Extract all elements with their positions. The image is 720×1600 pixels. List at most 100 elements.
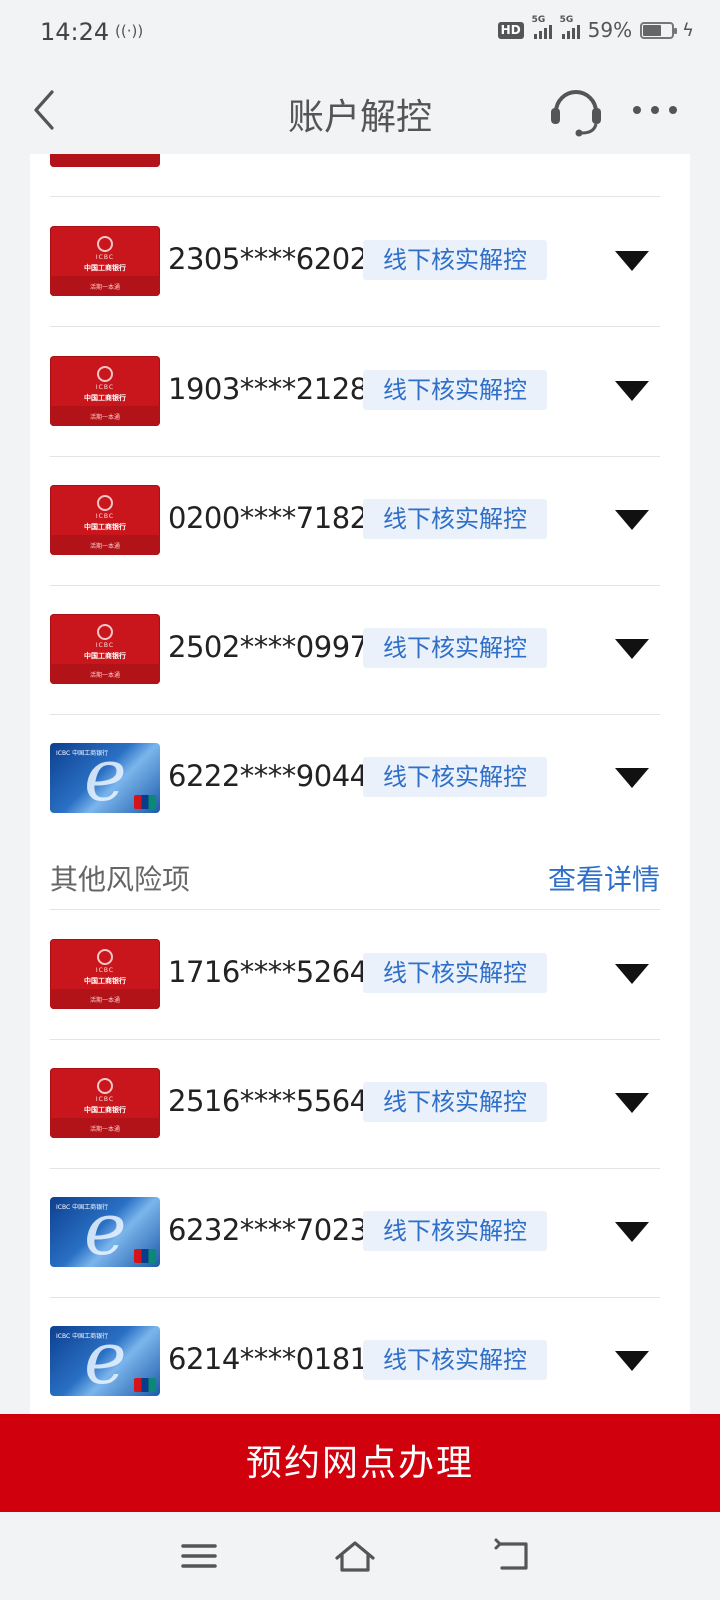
other-risks-header: 其他风险项 查看详情 (50, 844, 660, 910)
expand-arrow-icon[interactable] (615, 1222, 649, 1242)
expand-arrow-icon[interactable] (615, 381, 649, 401)
status-tag: 线下核实解控 (363, 1082, 547, 1122)
battery-percent: 59% (587, 18, 633, 42)
status-tag: 线下核实解控 (363, 953, 547, 993)
home-icon (335, 1541, 375, 1572)
system-nav-bar (0, 1512, 720, 1600)
icbc-logo-icon (97, 1078, 113, 1094)
account-row[interactable]: ICBC 中国工商银行 活期一本通 2305****6202 线下核实解控 (50, 197, 660, 327)
unionpay-icon (134, 1249, 156, 1263)
return-icon (494, 1538, 528, 1570)
card-bank-name: 中国工商银行 (84, 652, 126, 660)
account-row[interactable]: ICBC 中国工商银行 活期一本通 0200****7182 线下核实解控 (50, 456, 660, 586)
account-row[interactable]: e ICBC 中国工商银行 6214****0181 线下核实解控 (50, 1297, 660, 1414)
menu-icon (181, 1544, 217, 1568)
card-topline: ICBC 中国工商银行 (56, 750, 109, 757)
bank-card-image: ICBC 中国工商银行 活期一本通 (50, 485, 160, 555)
card-series: 活期一本通 (89, 672, 120, 679)
account-number: 2516****5564 (168, 1084, 368, 1118)
bank-card-image: ICBC 中国工商银行 活期一本通 (50, 226, 160, 296)
card-series: 活期一本通 (89, 997, 120, 1004)
status-indicators: HD 5G 5G 59% ϟ (497, 15, 694, 42)
view-details-link[interactable]: 查看详情 (548, 858, 660, 898)
status-tag: 线下核实解控 (363, 1211, 547, 1251)
icbc-logo-icon (97, 949, 113, 965)
signal-icon-2: 5G (560, 15, 580, 39)
card-brand: ICBC (95, 513, 115, 520)
account-number: 6222****9044 (168, 759, 368, 793)
card-bank-name: 中国工商银行 (84, 264, 126, 272)
card-brand: ICBC (95, 254, 115, 261)
status-tag: 线下核实解控 (363, 628, 547, 668)
status-tag: 线下核实解控 (363, 370, 547, 410)
battery-icon (640, 21, 678, 39)
book-branch-button[interactable]: 预约网点办理 (0, 1414, 720, 1512)
card-series: 活期一本通 (89, 284, 120, 291)
bank-card-image: e ICBC 中国工商银行 (50, 1326, 160, 1396)
account-number: 1716****5264 (168, 955, 368, 989)
card-bank-name: 中国工商银行 (84, 394, 126, 402)
headset-icon (551, 90, 601, 137)
expand-arrow-icon[interactable] (615, 768, 649, 788)
unionpay-icon (134, 795, 156, 809)
screen: 14:24 ((·)) HD 5G 5G 59% ϟ 账户解控 ICBC 中国工… (0, 0, 720, 1600)
expand-arrow-icon[interactable] (615, 639, 649, 659)
signal-label-2: 5G (559, 15, 574, 25)
card-topline: ICBC 中国工商银行 (56, 1333, 109, 1340)
account-row[interactable]: ICBC 中国工商银行 活期一本通 2516****5564 线下核实解控 (50, 1039, 660, 1169)
bank-card-image: e ICBC 中国工商银行 (50, 1197, 160, 1267)
card-brand: ICBC (95, 1096, 115, 1103)
status-bar: 14:24 ((·)) HD 5G 5G 59% ϟ (0, 0, 720, 66)
card-topline: ICBC 中国工商银行 (56, 1204, 109, 1211)
account-row[interactable]: ICBC 中国工商银行 活期一本通 1903****2128 线下核实解控 (50, 327, 660, 457)
customer-service-button[interactable] (548, 80, 604, 140)
home-button[interactable] (332, 1534, 378, 1578)
status-tag: 线下核实解控 (363, 1340, 547, 1380)
account-number: 1903****2128 (168, 372, 368, 406)
expand-arrow-icon[interactable] (615, 510, 649, 530)
account-number: 6214****0181 (168, 1342, 368, 1376)
card-series: 活期一本通 (89, 1126, 120, 1133)
card-brand: ICBC (95, 967, 115, 974)
card-brand: ICBC (95, 384, 115, 391)
expand-arrow-icon[interactable] (615, 1093, 649, 1113)
account-list: ICBC 中国工商银行 活期一本通 2305****6202 线下核实解控 IC… (30, 154, 690, 1414)
signal-icon: 5G (532, 15, 552, 39)
hd-icon: HD (497, 21, 524, 39)
account-number: 2502****0997 (168, 630, 368, 664)
more-button[interactable] (630, 88, 680, 132)
expand-arrow-icon[interactable] (615, 251, 649, 271)
bank-card-image (50, 154, 160, 167)
card-bank-name: 中国工商银行 (84, 1106, 126, 1114)
status-tag: 线下核实解控 (363, 757, 547, 797)
nfc-icon: ((·)) (115, 22, 144, 40)
menu-button[interactable] (177, 1534, 223, 1578)
icbc-logo-icon (97, 624, 113, 640)
icbc-logo-icon (97, 366, 113, 382)
account-number: 6232****7023 (168, 1213, 368, 1247)
account-row[interactable]: e ICBC 中国工商银行 6222****9044 线下核实解控 (50, 714, 660, 844)
bank-card-image: ICBC 中国工商银行 活期一本通 (50, 614, 160, 684)
card-brand: ICBC (95, 642, 115, 649)
expand-arrow-icon[interactable] (615, 1351, 649, 1371)
account-row-partial[interactable] (50, 154, 660, 197)
account-row[interactable]: e ICBC 中国工商银行 6232****7023 线下核实解控 (50, 1168, 660, 1298)
nav-bar: 账户解控 (0, 66, 720, 154)
status-tag: 线下核实解控 (363, 240, 547, 280)
page-title: 账户解控 (287, 97, 432, 138)
card-series: 活期一本通 (89, 414, 120, 421)
status-time: 14:24 (40, 18, 110, 46)
account-row[interactable]: ICBC 中国工商银行 活期一本通 1716****5264 线下核实解控 (50, 910, 660, 1040)
icbc-logo-icon (97, 495, 113, 511)
bank-card-image: ICBC 中国工商银行 活期一本通 (50, 1068, 160, 1138)
bank-card-image: e ICBC 中国工商银行 (50, 743, 160, 813)
account-row[interactable]: ICBC 中国工商银行 活期一本通 2502****0997 线下核实解控 (50, 585, 660, 715)
back-system-button[interactable] (492, 1534, 538, 1578)
status-tag: 线下核实解控 (363, 499, 547, 539)
more-icon (633, 106, 677, 114)
bank-card-image: ICBC 中国工商银行 活期一本通 (50, 939, 160, 1009)
expand-arrow-icon[interactable] (615, 964, 649, 984)
account-number: 0200****7182 (168, 501, 368, 535)
card-series: 活期一本通 (89, 543, 120, 550)
card-bank-name: 中国工商银行 (84, 523, 126, 531)
